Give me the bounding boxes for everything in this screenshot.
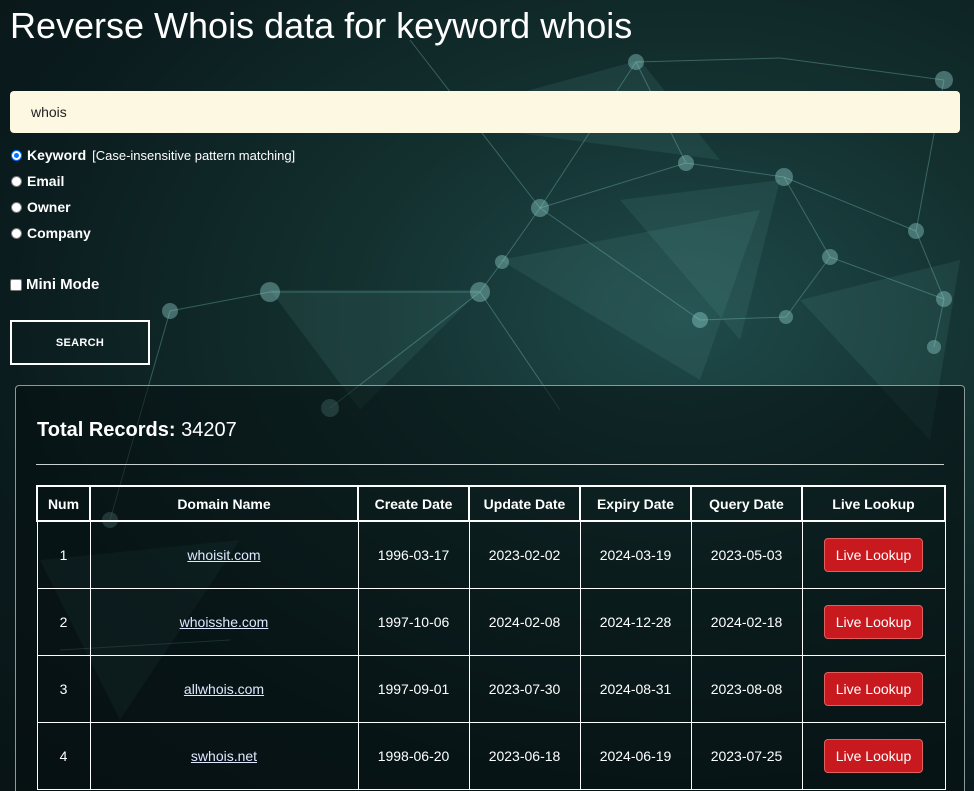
column-header-query-date: Query Date	[690, 485, 803, 522]
search-input[interactable]	[10, 91, 960, 133]
live-lookup-button[interactable]: Live Lookup	[823, 538, 924, 572]
domain-link[interactable]: whoisit.com	[187, 547, 260, 563]
domain-cell: whoisshe.com	[89, 588, 359, 656]
column-header-expiry-date: Expiry Date	[579, 485, 692, 522]
domain-link[interactable]: allwhois.com	[184, 681, 264, 697]
radio-option-owner[interactable]: Owner	[10, 199, 71, 215]
total-records-value: 34207	[181, 419, 237, 441]
expiry-date: 2024-08-31	[579, 655, 692, 723]
query-date: 2023-05-03	[690, 520, 803, 589]
domain-link[interactable]: whoisshe.com	[180, 614, 269, 630]
live-lookup-cell: Live Lookup	[801, 588, 946, 656]
update-date: 2023-07-30	[468, 655, 581, 723]
radio-option-company[interactable]: Company	[10, 225, 91, 241]
live-lookup-cell: Live Lookup	[801, 655, 946, 723]
query-date: 2024-02-18	[690, 588, 803, 656]
column-header-create-date: Create Date	[357, 485, 470, 522]
row-num: 2	[36, 588, 91, 656]
radio-label-keyword: Keyword	[27, 147, 87, 163]
table-header-row: Num Domain Name Create Date Update Date …	[36, 485, 946, 522]
live-lookup-cell: Live Lookup	[801, 520, 946, 589]
mini-mode-label: Mini Mode	[26, 276, 100, 293]
create-date: 1998-06-20	[357, 722, 470, 790]
live-lookup-button[interactable]: Live Lookup	[823, 672, 924, 706]
company-radio[interactable]	[11, 227, 22, 239]
row-num: 4	[36, 722, 91, 790]
live-lookup-button[interactable]: Live Lookup	[823, 605, 924, 639]
update-date: 2024-02-08	[468, 588, 581, 656]
search-button[interactable]: SEARCH	[10, 320, 150, 365]
domain-cell: swhois.net	[89, 722, 359, 790]
domain-link[interactable]: swhois.net	[191, 748, 257, 764]
query-date: 2023-07-25	[690, 722, 803, 790]
table-row: 3 allwhois.com 1997-09-01 2023-07-30 202…	[36, 655, 946, 723]
table-row: 4 swhois.net 1998-06-20 2023-06-18 2024-…	[36, 722, 946, 790]
table-row: 2 whoisshe.com 1997-10-06 2024-02-08 202…	[36, 588, 946, 656]
total-records-label: Total Records:	[37, 419, 176, 441]
radio-option-keyword[interactable]: Keyword [Case-insensitive pattern matchi…	[10, 147, 295, 163]
expiry-date: 2024-12-28	[579, 588, 692, 656]
domain-cell: whoisit.com	[89, 520, 359, 589]
divider	[36, 464, 944, 465]
column-header-domain-name: Domain Name	[89, 485, 359, 522]
live-lookup-cell: Live Lookup	[801, 722, 946, 790]
table-row: 1 whoisit.com 1996-03-17 2023-02-02 2024…	[36, 520, 946, 589]
update-date: 2023-02-02	[468, 520, 581, 589]
keyword-radio[interactable]	[11, 149, 22, 161]
owner-radio[interactable]	[11, 201, 22, 213]
row-num: 1	[36, 520, 91, 589]
radio-label-company: Company	[27, 225, 91, 241]
create-date: 1997-09-01	[357, 655, 470, 723]
query-date: 2023-08-08	[690, 655, 803, 723]
create-date: 1996-03-17	[357, 520, 470, 589]
row-num: 3	[36, 655, 91, 723]
radio-label-owner: Owner	[27, 199, 71, 215]
records-table: Num Domain Name Create Date Update Date …	[36, 485, 946, 790]
live-lookup-button[interactable]: Live Lookup	[823, 739, 924, 773]
radio-option-email[interactable]: Email	[10, 173, 64, 189]
total-records: Total Records: 34207	[37, 419, 237, 442]
expiry-date: 2024-03-19	[579, 520, 692, 589]
create-date: 1997-10-06	[357, 588, 470, 656]
column-header-update-date: Update Date	[468, 485, 581, 522]
mini-mode-option[interactable]: Mini Mode	[10, 276, 99, 293]
update-date: 2023-06-18	[468, 722, 581, 790]
expiry-date: 2024-06-19	[579, 722, 692, 790]
column-header-live-lookup: Live Lookup	[801, 485, 946, 522]
page-title: Reverse Whois data for keyword whois	[10, 5, 633, 46]
domain-cell: allwhois.com	[89, 655, 359, 723]
email-radio[interactable]	[11, 175, 22, 187]
mini-mode-checkbox[interactable]	[10, 278, 22, 291]
column-header-num: Num	[36, 485, 91, 522]
results-panel: Total Records: 34207 Num Domain Name Cre…	[15, 385, 965, 791]
radio-label-email: Email	[27, 173, 65, 189]
keyword-hint: [Case-insensitive pattern matching]	[92, 147, 296, 163]
